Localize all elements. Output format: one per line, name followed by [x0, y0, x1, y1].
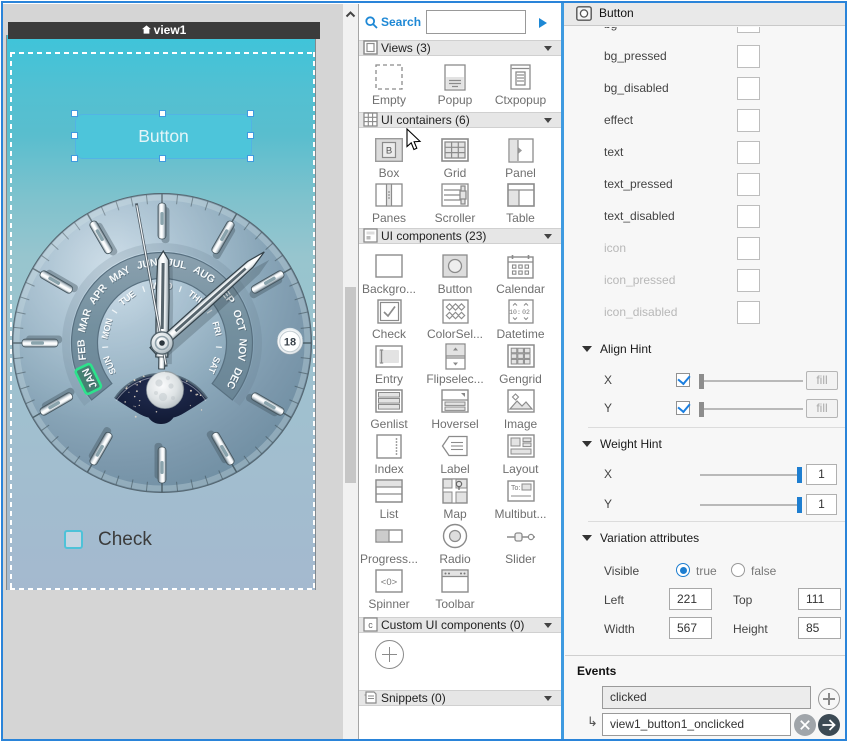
svg-text:10:: 10: [509, 309, 521, 316]
svg-text:c: c [368, 620, 373, 630]
svg-text:<0>: <0> [381, 577, 398, 588]
svg-text:02: 02 [522, 309, 530, 316]
svg-text:B: B [386, 146, 392, 157]
svg-text:To:: To: [511, 485, 520, 492]
